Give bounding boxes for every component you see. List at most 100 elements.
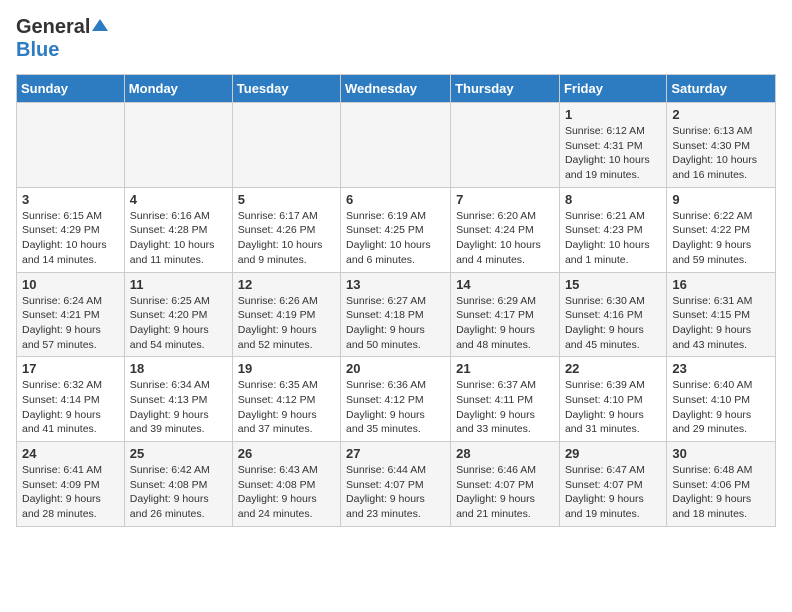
day-info: Sunrise: 6:29 AM Sunset: 4:17 PM Dayligh… [456,294,554,353]
day-info: Sunrise: 6:31 AM Sunset: 4:15 PM Dayligh… [672,294,770,353]
calendar-cell: 19 Sunrise: 6:35 AM Sunset: 4:12 PM Dayli… [232,357,340,442]
day-number: 12 [238,277,335,292]
calendar-cell: 8 Sunrise: 6:21 AM Sunset: 4:23 PM Daylig… [559,187,666,272]
day-info: Sunrise: 6:36 AM Sunset: 4:12 PM Dayligh… [346,378,445,437]
day-number: 23 [672,361,770,376]
day-info: Sunrise: 6:47 AM Sunset: 4:07 PM Dayligh… [565,463,661,522]
calendar-cell: 2 Sunrise: 6:13 AM Sunset: 4:30 PM Daylig… [667,103,776,188]
day-number: 6 [346,192,445,207]
day-number: 3 [22,192,119,207]
day-info: Sunrise: 6:20 AM Sunset: 4:24 PM Dayligh… [456,209,554,268]
header-day-friday: Friday [559,75,666,103]
day-number: 30 [672,446,770,461]
calendar-cell: 14 Sunrise: 6:29 AM Sunset: 4:17 PM Dayli… [451,272,560,357]
calendar-week-4: 24 Sunrise: 6:41 AM Sunset: 4:09 PM Dayli… [17,442,776,527]
logo-general-text: General [16,16,90,39]
calendar-week-1: 3 Sunrise: 6:15 AM Sunset: 4:29 PM Daylig… [17,187,776,272]
day-info: Sunrise: 6:21 AM Sunset: 4:23 PM Dayligh… [565,209,661,268]
day-info: Sunrise: 6:25 AM Sunset: 4:20 PM Dayligh… [130,294,227,353]
day-info: Sunrise: 6:46 AM Sunset: 4:07 PM Dayligh… [456,463,554,522]
day-number: 14 [456,277,554,292]
calendar-cell: 9 Sunrise: 6:22 AM Sunset: 4:22 PM Daylig… [667,187,776,272]
day-info: Sunrise: 6:15 AM Sunset: 4:29 PM Dayligh… [22,209,119,268]
day-info: Sunrise: 6:32 AM Sunset: 4:14 PM Dayligh… [22,378,119,437]
calendar-cell: 1 Sunrise: 6:12 AM Sunset: 4:31 PM Daylig… [559,103,666,188]
day-info: Sunrise: 6:12 AM Sunset: 4:31 PM Dayligh… [565,124,661,183]
calendar-cell: 28Sunrise: 6:46 AM Sunset: 4:07 PM Dayli… [451,442,560,527]
day-info: Sunrise: 6:39 AM Sunset: 4:10 PM Dayligh… [565,378,661,437]
day-number: 8 [565,192,661,207]
day-info: Sunrise: 6:24 AM Sunset: 4:21 PM Dayligh… [22,294,119,353]
day-info: Sunrise: 6:37 AM Sunset: 4:11 PM Dayligh… [456,378,554,437]
day-info: Sunrise: 6:43 AM Sunset: 4:08 PM Dayligh… [238,463,335,522]
calendar-cell [124,103,232,188]
day-number: 22 [565,361,661,376]
calendar-cell: 27Sunrise: 6:44 AM Sunset: 4:07 PM Dayli… [341,442,451,527]
header-day-wednesday: Wednesday [341,75,451,103]
day-number: 15 [565,277,661,292]
calendar-cell: 7 Sunrise: 6:20 AM Sunset: 4:24 PM Daylig… [451,187,560,272]
calendar-cell: 13 Sunrise: 6:27 AM Sunset: 4:18 PM Dayli… [341,272,451,357]
calendar-week-0: 1 Sunrise: 6:12 AM Sunset: 4:31 PM Daylig… [17,103,776,188]
header-day-tuesday: Tuesday [232,75,340,103]
calendar-cell: 5Sunrise: 6:17 AM Sunset: 4:26 PM Daylig… [232,187,340,272]
day-number: 13 [346,277,445,292]
calendar-cell: 21Sunrise: 6:37 AM Sunset: 4:11 PM Dayli… [451,357,560,442]
calendar-cell: 3 Sunrise: 6:15 AM Sunset: 4:29 PM Daylig… [17,187,125,272]
calendar-cell: 15 Sunrise: 6:30 AM Sunset: 4:16 PM Dayli… [559,272,666,357]
day-number: 26 [238,446,335,461]
day-number: 1 [565,107,661,122]
calendar-cell: 12Sunrise: 6:26 AM Sunset: 4:19 PM Dayli… [232,272,340,357]
calendar-cell: 20 Sunrise: 6:36 AM Sunset: 4:12 PM Dayli… [341,357,451,442]
calendar-table: SundayMondayTuesdayWednesdayThursdayFrid… [16,74,776,527]
calendar-cell: 10 Sunrise: 6:24 AM Sunset: 4:21 PM Dayli… [17,272,125,357]
calendar-cell: 26 Sunrise: 6:43 AM Sunset: 4:08 PM Dayli… [232,442,340,527]
day-info: Sunrise: 6:48 AM Sunset: 4:06 PM Dayligh… [672,463,770,522]
calendar-cell [341,103,451,188]
day-info: Sunrise: 6:16 AM Sunset: 4:28 PM Dayligh… [130,209,227,268]
calendar-cell [232,103,340,188]
logo-blue-text: Blue [16,39,59,61]
calendar-cell: 11 Sunrise: 6:25 AM Sunset: 4:20 PM Dayli… [124,272,232,357]
day-info: Sunrise: 6:22 AM Sunset: 4:22 PM Dayligh… [672,209,770,268]
calendar-cell: 6 Sunrise: 6:19 AM Sunset: 4:25 PM Daylig… [341,187,451,272]
day-number: 17 [22,361,119,376]
day-info: Sunrise: 6:42 AM Sunset: 4:08 PM Dayligh… [130,463,227,522]
day-info: Sunrise: 6:44 AM Sunset: 4:07 PM Dayligh… [346,463,445,522]
calendar-cell: 30 Sunrise: 6:48 AM Sunset: 4:06 PM Dayli… [667,442,776,527]
header-day-monday: Monday [124,75,232,103]
header-day-sunday: Sunday [17,75,125,103]
calendar-cell: 18Sunrise: 6:34 AM Sunset: 4:13 PM Dayli… [124,357,232,442]
day-info: Sunrise: 6:27 AM Sunset: 4:18 PM Dayligh… [346,294,445,353]
day-number: 7 [456,192,554,207]
header-day-thursday: Thursday [451,75,560,103]
day-info: Sunrise: 6:30 AM Sunset: 4:16 PM Dayligh… [565,294,661,353]
day-number: 11 [130,277,227,292]
calendar-cell: 16 Sunrise: 6:31 AM Sunset: 4:15 PM Dayli… [667,272,776,357]
day-number: 20 [346,361,445,376]
calendar-cell: 17 Sunrise: 6:32 AM Sunset: 4:14 PM Dayli… [17,357,125,442]
day-info: Sunrise: 6:35 AM Sunset: 4:12 PM Dayligh… [238,378,335,437]
day-info: Sunrise: 6:19 AM Sunset: 4:25 PM Dayligh… [346,209,445,268]
day-info: Sunrise: 6:13 AM Sunset: 4:30 PM Dayligh… [672,124,770,183]
day-number: 2 [672,107,770,122]
day-info: Sunrise: 6:41 AM Sunset: 4:09 PM Dayligh… [22,463,119,522]
page-header: General Blue [16,16,776,62]
day-number: 24 [22,446,119,461]
day-number: 4 [130,192,227,207]
day-number: 9 [672,192,770,207]
calendar-week-2: 10 Sunrise: 6:24 AM Sunset: 4:21 PM Dayli… [17,272,776,357]
calendar-cell: 25Sunrise: 6:42 AM Sunset: 4:08 PM Dayli… [124,442,232,527]
day-number: 16 [672,277,770,292]
header-row: SundayMondayTuesdayWednesdayThursdayFrid… [17,75,776,103]
calendar-cell: 4 Sunrise: 6:16 AM Sunset: 4:28 PM Daylig… [124,187,232,272]
day-info: Sunrise: 6:40 AM Sunset: 4:10 PM Dayligh… [672,378,770,437]
day-number: 29 [565,446,661,461]
day-info: Sunrise: 6:17 AM Sunset: 4:26 PM Dayligh… [238,209,335,268]
calendar-cell [451,103,560,188]
calendar-cell: 29 Sunrise: 6:47 AM Sunset: 4:07 PM Dayli… [559,442,666,527]
day-number: 19 [238,361,335,376]
day-number: 10 [22,277,119,292]
calendar-cell [17,103,125,188]
logo-triangle-icon [92,17,108,38]
